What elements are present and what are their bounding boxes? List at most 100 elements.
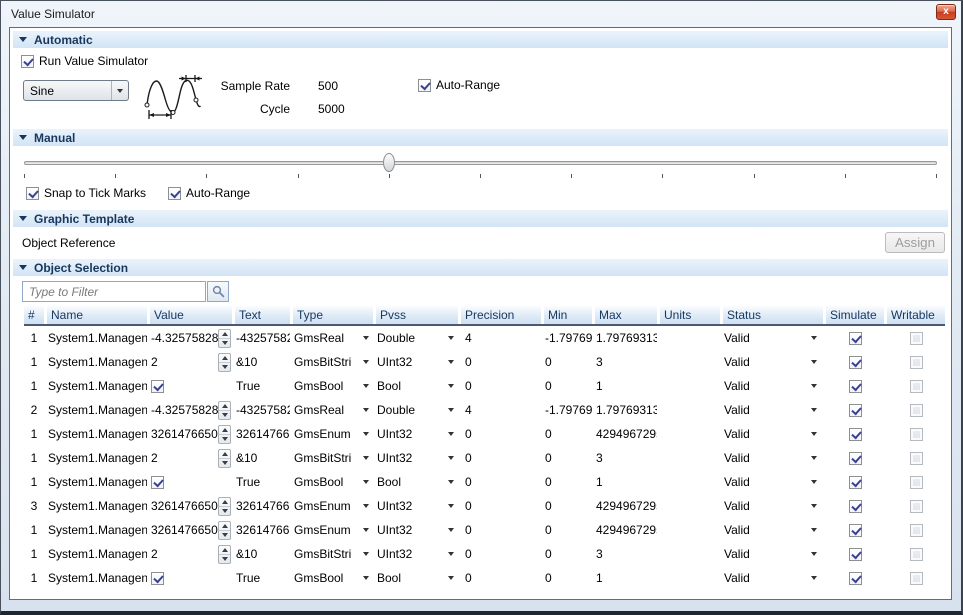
manual-slider-track[interactable]	[24, 161, 937, 165]
type-dropdown-arrow[interactable]	[363, 576, 369, 580]
column-header-text[interactable]: Text	[235, 306, 290, 324]
writable-checkbox[interactable]	[910, 380, 923, 393]
pvss-dropdown-arrow[interactable]	[448, 432, 454, 436]
pvss-dropdown-arrow[interactable]	[448, 384, 454, 388]
cell-status[interactable]: Valid	[723, 451, 823, 465]
cell-status[interactable]: Valid	[723, 499, 823, 513]
spinner-down-icon[interactable]	[219, 339, 230, 347]
spinner-up-icon[interactable]	[219, 402, 230, 411]
close-button[interactable]: x	[936, 4, 956, 20]
spinner-up-icon[interactable]	[219, 450, 230, 459]
value-checkbox[interactable]	[151, 380, 164, 393]
type-dropdown-arrow[interactable]	[363, 408, 369, 412]
spinner-up-icon[interactable]	[219, 498, 230, 507]
cell-type[interactable]: GmsBitStri	[293, 355, 373, 369]
status-dropdown-arrow[interactable]	[811, 360, 817, 364]
cell-value[interactable]	[150, 572, 232, 585]
value-spinner[interactable]	[218, 449, 231, 468]
status-dropdown-arrow[interactable]	[811, 480, 817, 484]
cell-value[interactable]	[150, 476, 232, 489]
writable-checkbox[interactable]	[910, 404, 923, 417]
spinner-down-icon[interactable]	[219, 459, 230, 467]
pvss-dropdown-arrow[interactable]	[448, 480, 454, 484]
cell-type[interactable]: GmsEnum	[293, 427, 373, 441]
simulate-checkbox[interactable]	[849, 332, 862, 345]
cell-value[interactable]: -4.32575828	[150, 401, 232, 420]
cell-type[interactable]: GmsReal	[293, 403, 373, 417]
pvss-dropdown-arrow[interactable]	[448, 576, 454, 580]
writable-checkbox[interactable]	[910, 356, 923, 369]
manual-auto-range-checkbox[interactable]	[168, 187, 181, 200]
cell-status[interactable]: Valid	[723, 379, 823, 393]
cell-status[interactable]: Valid	[723, 547, 823, 561]
cell-status[interactable]: Valid	[723, 475, 823, 489]
simulate-checkbox[interactable]	[849, 500, 862, 513]
value-checkbox[interactable]	[151, 572, 164, 585]
cell-type[interactable]: GmsBitStri	[293, 451, 373, 465]
cell-pvss[interactable]: UInt32	[376, 547, 458, 561]
spinner-down-icon[interactable]	[219, 507, 230, 515]
cell-type[interactable]: GmsEnum	[293, 499, 373, 513]
cell-pvss[interactable]: UInt32	[376, 499, 458, 513]
value-spinner[interactable]	[218, 521, 231, 540]
cell-pvss[interactable]: UInt32	[376, 523, 458, 537]
status-dropdown-arrow[interactable]	[811, 384, 817, 388]
slider-handle[interactable]	[383, 153, 395, 172]
pvss-dropdown-arrow[interactable]	[448, 504, 454, 508]
cell-value[interactable]: 3261476650	[150, 497, 232, 516]
type-dropdown-arrow[interactable]	[363, 456, 369, 460]
spinner-up-icon[interactable]	[219, 546, 230, 555]
type-dropdown-arrow[interactable]	[363, 360, 369, 364]
writable-checkbox[interactable]	[910, 476, 923, 489]
column-header-precision[interactable]: Precision	[461, 306, 541, 324]
simulate-checkbox[interactable]	[849, 404, 862, 417]
column-header-pvss[interactable]: Pvss	[376, 306, 458, 324]
cell-pvss[interactable]: Bool	[376, 571, 458, 585]
spinner-down-icon[interactable]	[219, 411, 230, 419]
cell-type[interactable]: GmsEnum	[293, 523, 373, 537]
value-spinner[interactable]	[218, 545, 231, 564]
value-spinner[interactable]	[218, 329, 231, 348]
spinner-down-icon[interactable]	[219, 555, 230, 563]
column-header-simulate[interactable]: Simulate	[826, 306, 884, 324]
cell-value[interactable]: 2	[150, 449, 232, 468]
writable-checkbox[interactable]	[910, 548, 923, 561]
writable-checkbox[interactable]	[910, 500, 923, 513]
search-button[interactable]	[207, 281, 229, 302]
cell-status[interactable]: Valid	[723, 355, 823, 369]
pvss-dropdown-arrow[interactable]	[448, 528, 454, 532]
column-header-status[interactable]: Status	[723, 306, 823, 324]
cell-status[interactable]: Valid	[723, 523, 823, 537]
column-header-type[interactable]: Type	[293, 306, 373, 324]
column-header-units[interactable]: Units	[660, 306, 720, 324]
simulate-checkbox[interactable]	[849, 476, 862, 489]
section-header-manual[interactable]: Manual	[13, 129, 948, 146]
cell-type[interactable]: GmsBitStri	[293, 547, 373, 561]
run-value-simulator-checkbox[interactable]	[21, 55, 34, 68]
cell-status[interactable]: Valid	[723, 331, 823, 345]
value-spinner[interactable]	[218, 425, 231, 444]
value-spinner[interactable]	[218, 401, 231, 420]
title-bar[interactable]: Value Simulator x	[1, 1, 961, 26]
cell-type[interactable]: GmsBool	[293, 475, 373, 489]
status-dropdown-arrow[interactable]	[811, 408, 817, 412]
spinner-up-icon[interactable]	[219, 426, 230, 435]
cell-value[interactable]: -4.32575828	[150, 329, 232, 348]
filter-input[interactable]	[22, 281, 206, 302]
status-dropdown-arrow[interactable]	[811, 336, 817, 340]
cell-value[interactable]: 3261476650	[150, 521, 232, 540]
value-spinner[interactable]	[218, 497, 231, 516]
spinner-up-icon[interactable]	[219, 354, 230, 363]
cell-pvss[interactable]: Double	[376, 331, 458, 345]
simulate-checkbox[interactable]	[849, 452, 862, 465]
status-dropdown-arrow[interactable]	[811, 552, 817, 556]
section-header-automatic[interactable]: Automatic	[13, 31, 948, 48]
type-dropdown-arrow[interactable]	[363, 336, 369, 340]
pvss-dropdown-arrow[interactable]	[448, 360, 454, 364]
simulate-checkbox[interactable]	[849, 428, 862, 441]
status-dropdown-arrow[interactable]	[811, 504, 817, 508]
cell-pvss[interactable]: Bool	[376, 379, 458, 393]
simulate-checkbox[interactable]	[849, 380, 862, 393]
spinner-down-icon[interactable]	[219, 363, 230, 371]
spinner-down-icon[interactable]	[219, 435, 230, 443]
